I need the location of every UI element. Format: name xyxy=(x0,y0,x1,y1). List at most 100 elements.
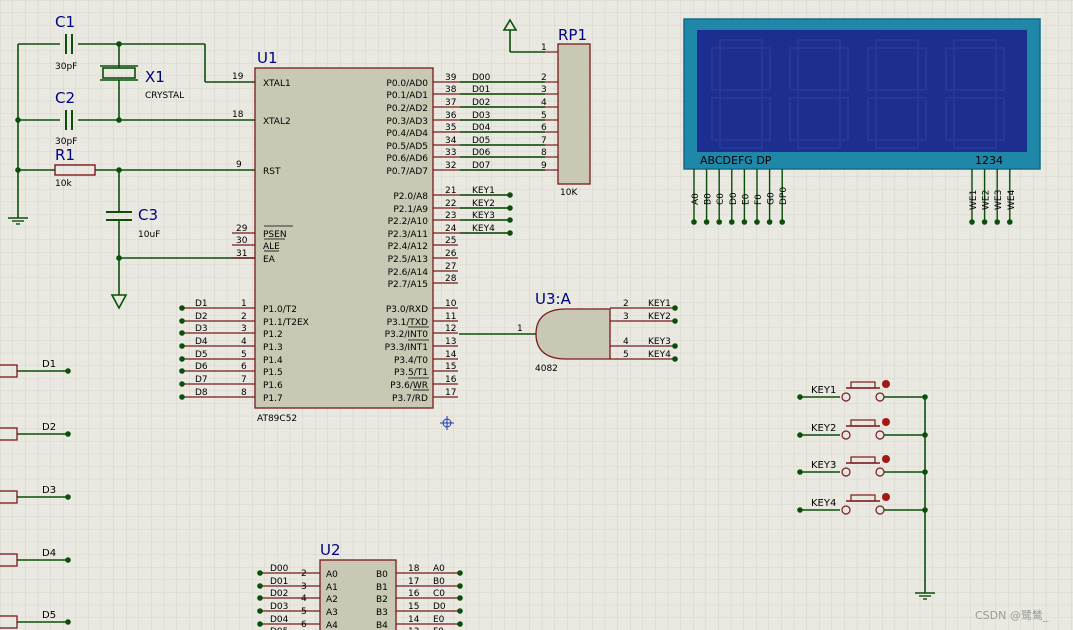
junction-dot xyxy=(1007,219,1013,225)
net-label: D2 xyxy=(195,312,208,322)
junction-dot xyxy=(779,219,785,225)
u1-pin-name: RST xyxy=(263,167,281,177)
u2-pin-name: B2 xyxy=(376,595,388,605)
u2-pin-name: A2 xyxy=(326,595,338,605)
key-label: KEY2 xyxy=(811,423,836,434)
junction-dot xyxy=(507,192,513,198)
junction-dot xyxy=(969,219,975,225)
u1-pin-name: P0.6/AD6 xyxy=(386,154,428,164)
u1-pin-number: 25 xyxy=(445,236,456,246)
u1-pin-name: XTAL2 xyxy=(263,117,291,127)
u2-pin-name: B1 xyxy=(376,583,388,593)
junction-dot xyxy=(65,368,71,374)
u1-pin-number: 2 xyxy=(241,312,247,322)
net-label: D5 xyxy=(42,610,56,621)
net-label: KEY1 xyxy=(648,299,671,309)
u1-pin-name: P1.6 xyxy=(263,381,283,391)
net-label: D8 xyxy=(195,388,208,398)
switch-button-icon[interactable] xyxy=(882,418,890,426)
switch-button-icon[interactable] xyxy=(882,455,890,463)
net-label: KEY1 xyxy=(472,186,495,196)
u3-pin-number: 4 xyxy=(623,337,629,347)
u1-pin-number: 17 xyxy=(445,388,456,398)
u1-pin-name: P2.1/A9 xyxy=(393,205,428,215)
lcd-pin-label: G0 xyxy=(767,192,777,205)
junction-dot xyxy=(179,394,185,400)
u1-pin-name: P1.2 xyxy=(263,330,283,340)
junction-dot xyxy=(457,621,463,627)
net-label: KEY3 xyxy=(472,211,495,221)
schematic-canvas[interactable]: C1 30pF 19 X1 CRYSTAL C2 30pF 18 R1 10k 9 C3 10uF U1 A… xyxy=(0,0,1073,630)
junction-dot xyxy=(797,469,803,475)
junction-dot xyxy=(257,621,263,627)
u2-pin-name: B0 xyxy=(376,570,388,580)
junction-dot xyxy=(257,570,263,576)
r1-value: 10k xyxy=(55,179,72,189)
net-label: C0 xyxy=(433,589,445,599)
u1-pin-number: 31 xyxy=(236,249,247,259)
net-label: D1 xyxy=(195,299,208,309)
u1-pin-number: 34 xyxy=(445,136,457,146)
junction-dot xyxy=(116,255,122,261)
lcd-pin-label: C0 xyxy=(716,193,726,205)
net-label: KEY4 xyxy=(472,224,495,234)
u1-pin-name: PSEN xyxy=(263,230,287,240)
net-label: KEY2 xyxy=(472,199,495,209)
u1-pin-number: 36 xyxy=(445,111,457,121)
net-label: D05 xyxy=(472,136,490,146)
u1-pin-name: P1.5 xyxy=(263,368,283,378)
u3-ref: U3:A xyxy=(535,290,572,308)
u1-pin-name: P2.5/A13 xyxy=(388,255,428,265)
u2-pin-name: B4 xyxy=(376,621,388,630)
u1-pin-name: P2.0/A8 xyxy=(393,192,428,202)
junction-dot xyxy=(754,219,760,225)
lcd-pin-label: F0 xyxy=(754,194,764,205)
net-label: D04 xyxy=(472,123,491,133)
net-label: D02 xyxy=(270,589,288,599)
junction-dot xyxy=(116,117,122,123)
u1-pin-number: 6 xyxy=(241,362,247,372)
junction-dot xyxy=(179,318,185,324)
junction-dot xyxy=(716,219,722,225)
watermark: CSDN @鹭鸶_ xyxy=(975,609,1049,622)
net-label: D4 xyxy=(195,337,208,347)
junction-dot xyxy=(507,230,513,236)
lcd-pin-label: A0 xyxy=(691,193,701,205)
net-label: D3 xyxy=(195,324,208,334)
net-label: A0 xyxy=(433,564,445,574)
net-label: D07 xyxy=(472,161,490,171)
u1-pin-number: 39 xyxy=(445,73,457,83)
lcd-pin-label: WE1 xyxy=(969,190,979,210)
junction-dot xyxy=(994,219,1000,225)
u1-pin-name: P3.7/RD xyxy=(392,394,428,404)
junction-dot xyxy=(766,219,773,225)
net-label: D4 xyxy=(42,548,56,559)
u1-pin-number: 24 xyxy=(445,224,457,234)
lcd-pin-label: WE3 xyxy=(994,190,1004,210)
junction-dot xyxy=(179,368,185,374)
junction-dot xyxy=(729,219,735,225)
junction-dot xyxy=(507,205,513,211)
junction-dot xyxy=(457,595,463,601)
u1-pin-number: 16 xyxy=(445,375,457,385)
u2-pin-number: 15 xyxy=(408,602,419,612)
rp1-pin-number: 7 xyxy=(541,136,547,146)
switch-button-icon[interactable] xyxy=(882,380,890,388)
u1-pin-name: P0.1/AD1 xyxy=(386,91,428,101)
junction-dot xyxy=(257,583,263,589)
net-label: D03 xyxy=(472,111,490,121)
u1-pin-number: 3 xyxy=(241,324,247,334)
net-label: D5 xyxy=(195,350,208,360)
u1-pin-number: 4 xyxy=(241,337,247,347)
u1-pin-name: P3.1/TXD xyxy=(387,318,428,328)
u1-pin-number: 33 xyxy=(445,148,456,158)
u1-pin-number: 14 xyxy=(445,350,457,360)
switch-button-icon[interactable] xyxy=(882,493,890,501)
lcd-pin-label: WE4 xyxy=(1007,189,1017,210)
u1-pin-name: P3.0/RXD xyxy=(386,305,428,315)
junction-dot xyxy=(797,432,803,438)
u1-pin-name: P2.7/A15 xyxy=(388,280,428,290)
c3-value: 10uF xyxy=(138,230,160,240)
u1-pin-name: P1.1/T2EX xyxy=(263,318,309,328)
u1-pin-name: P0.7/AD7 xyxy=(386,167,428,177)
